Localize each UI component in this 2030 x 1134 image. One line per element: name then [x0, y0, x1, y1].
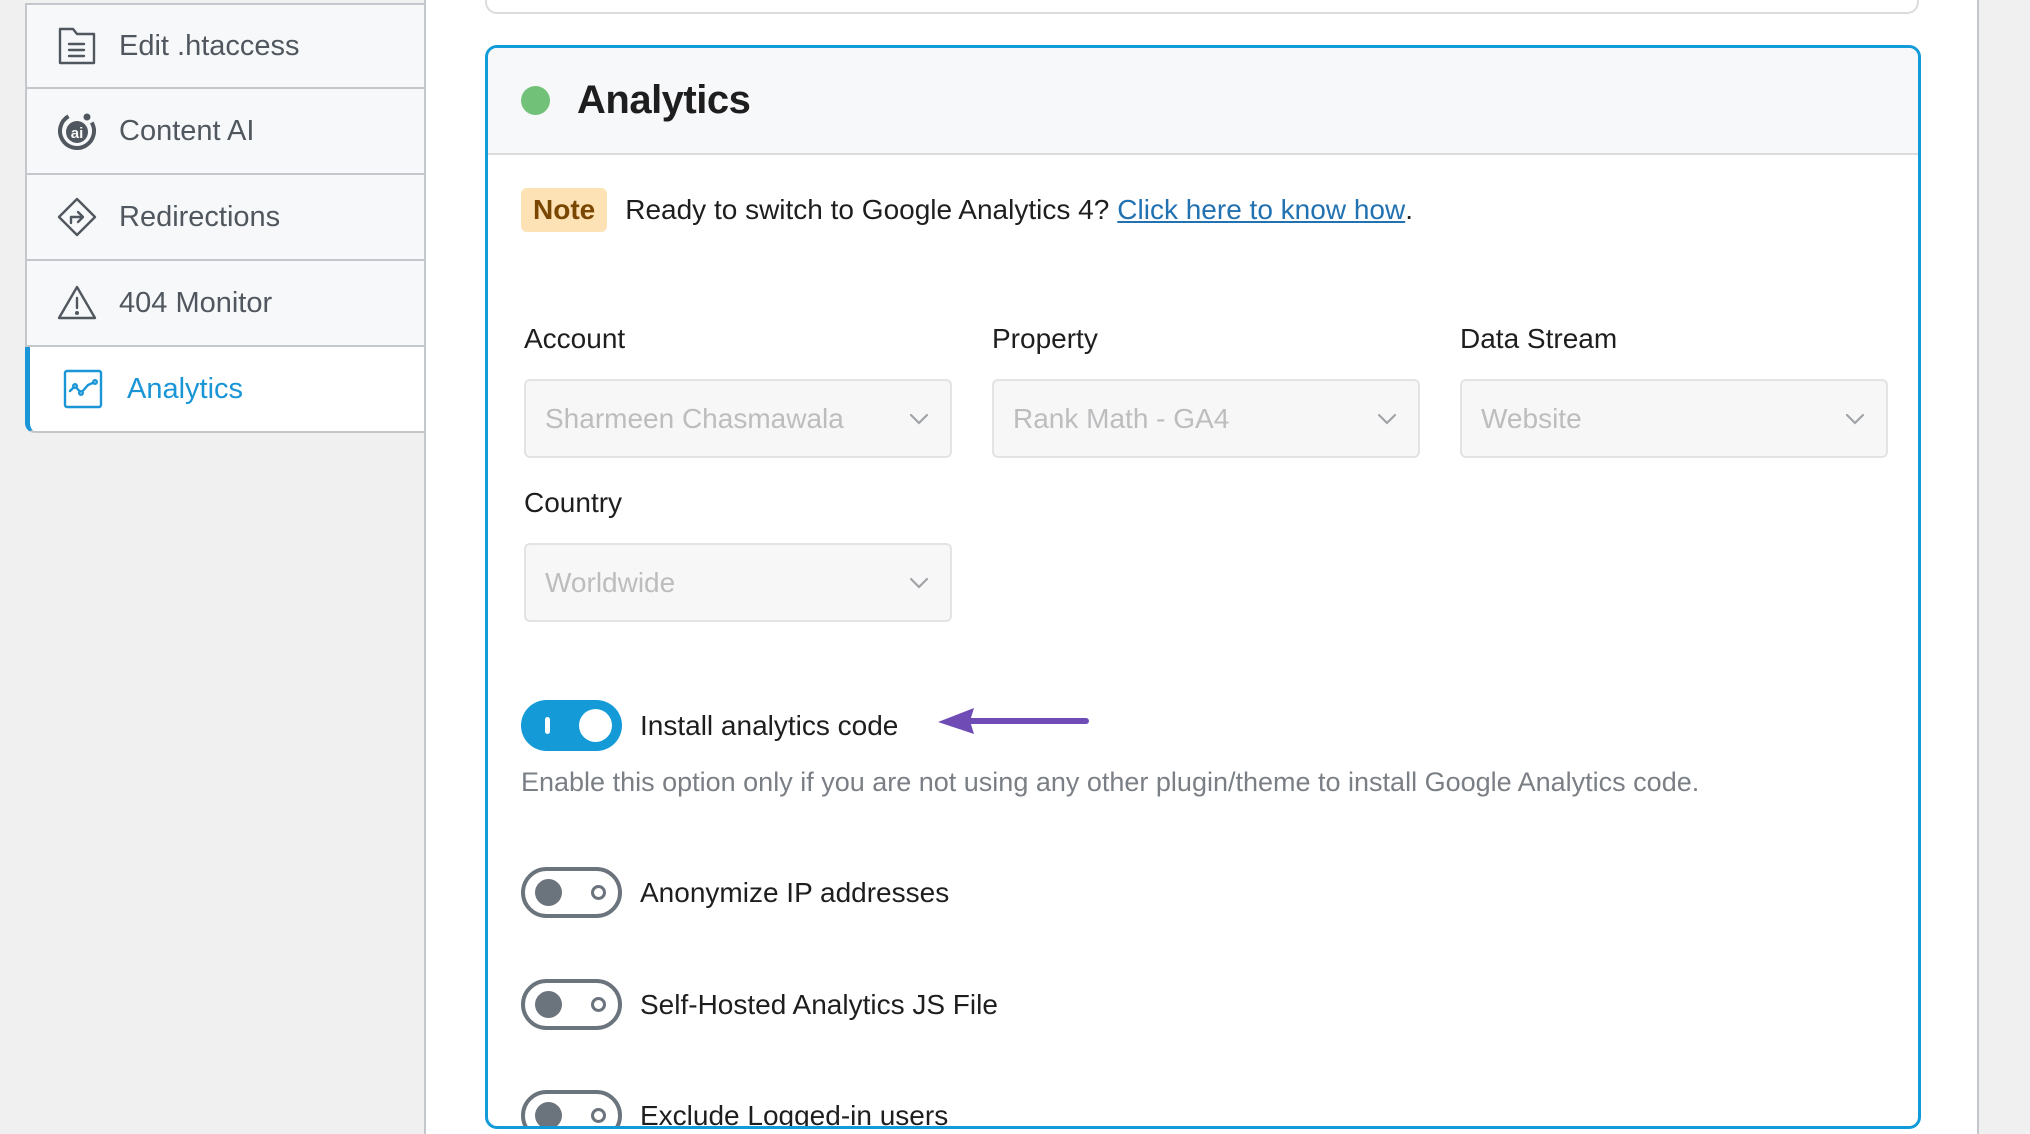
sidebar-item-label: Edit .htaccess: [119, 29, 300, 62]
status-indicator-dot: [521, 86, 550, 115]
account-select-value: Sharmeen Chasmawala: [545, 402, 844, 434]
country-field: Country Worldwide: [524, 485, 952, 622]
exclude-logged-in-label: Exclude Logged-in users: [640, 1099, 949, 1129]
toggle-off-mark: [591, 1108, 606, 1123]
ga4-know-how-link[interactable]: Click here to know how: [1117, 194, 1405, 226]
property-select-value: Rank Math - GA4: [1013, 402, 1230, 434]
redirect-icon: [57, 197, 97, 237]
content-ai-icon: ai: [57, 111, 97, 151]
property-select[interactable]: Rank Math - GA4: [992, 379, 1420, 458]
account-select[interactable]: Sharmeen Chasmawala: [524, 379, 952, 458]
exclude-logged-in-row: Exclude Logged-in users: [521, 1090, 949, 1129]
self-hosted-js-label: Self-Hosted Analytics JS File: [640, 988, 998, 1020]
install-analytics-code-toggle[interactable]: [521, 700, 622, 751]
file-text-icon: [57, 26, 97, 66]
property-label: Property: [992, 323, 1098, 354]
toggle-off-mark: [591, 997, 606, 1012]
chevron-down-icon: [1845, 413, 1865, 425]
sidebar-item-404-monitor[interactable]: 404 Monitor: [25, 261, 426, 347]
self-hosted-js-toggle[interactable]: [521, 979, 622, 1030]
install-analytics-code-description: Enable this option only if you are not u…: [521, 767, 1700, 797]
sidebar-item-edit-htaccess[interactable]: Edit .htaccess: [25, 3, 426, 89]
data-stream-select[interactable]: Website: [1460, 379, 1888, 458]
analytics-settings-card: Analytics Note Ready to switch to Google…: [485, 45, 1921, 1129]
toggle-knob: [535, 879, 562, 906]
settings-sidebar: Edit .htaccess ai Content AI Redirection…: [25, 3, 427, 433]
data-stream-label: Data Stream: [1460, 323, 1618, 354]
install-analytics-code-row: Install analytics code: [521, 700, 898, 751]
toggle-knob: [535, 991, 562, 1018]
sidebar-item-content-ai[interactable]: ai Content AI: [25, 89, 426, 175]
note-suffix: .: [1405, 194, 1413, 225]
note-badge: Note: [521, 188, 608, 232]
country-label: Country: [524, 487, 623, 518]
annotation-arrow-icon: [938, 708, 1089, 734]
property-field: Property Rank Math - GA4: [992, 321, 1420, 458]
card-title: Analytics: [577, 78, 751, 122]
toggle-off-mark: [591, 885, 606, 900]
anonymize-ip-toggle[interactable]: [521, 867, 622, 918]
self-hosted-js-row: Self-Hosted Analytics JS File: [521, 979, 998, 1030]
anonymize-ip-row: Anonymize IP addresses: [521, 867, 949, 918]
sidebar-item-label: Content AI: [119, 114, 255, 147]
sidebar-item-analytics[interactable]: Analytics: [25, 347, 427, 433]
anonymize-ip-label: Anonymize IP addresses: [640, 876, 950, 908]
previous-settings-card: [485, 0, 1919, 14]
data-stream-select-value: Website: [1481, 402, 1582, 434]
country-select-value: Worldwide: [545, 566, 676, 598]
install-analytics-code-label: Install analytics code: [640, 709, 899, 741]
sidebar-item-label: Redirections: [119, 200, 281, 233]
account-label: Account: [524, 323, 626, 354]
account-field: Account Sharmeen Chasmawala: [524, 321, 952, 458]
chevron-down-icon: [909, 413, 929, 425]
toggle-knob: [535, 1102, 562, 1126]
sidebar-item-label: 404 Monitor: [119, 286, 273, 319]
warning-icon: [57, 283, 97, 323]
note-text: Ready to switch to Google Analytics 4?: [625, 194, 1110, 225]
exclude-logged-in-toggle[interactable]: [521, 1090, 622, 1126]
chevron-down-icon: [909, 577, 929, 589]
analytics-chart-icon: [63, 369, 103, 409]
ga4-note: Note Ready to switch to Google Analytics…: [521, 188, 1413, 232]
toggle-knob: [579, 709, 612, 742]
sidebar-item-label: Analytics: [127, 372, 244, 405]
toggle-on-mark: [545, 717, 550, 734]
chevron-down-icon: [1377, 413, 1397, 425]
sidebar-item-redirections[interactable]: Redirections: [25, 175, 426, 261]
data-stream-field: Data Stream Website: [1460, 321, 1888, 458]
svg-text:ai: ai: [71, 125, 84, 142]
card-header: Analytics: [488, 48, 1918, 155]
main-panel: Analytics Note Ready to switch to Google…: [424, 0, 1979, 1134]
country-select[interactable]: Worldwide: [524, 543, 952, 622]
